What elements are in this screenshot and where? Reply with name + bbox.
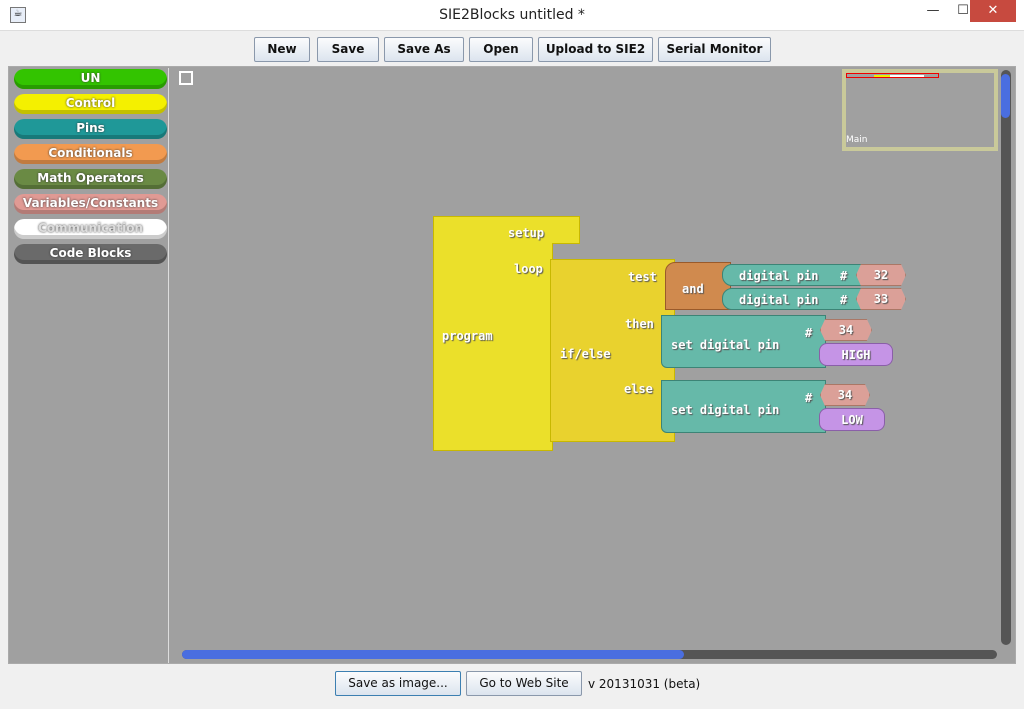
serial-monitor-button[interactable]: Serial Monitor <box>658 37 771 62</box>
vertical-scrollbar[interactable] <box>1001 70 1011 645</box>
digital-pin-label: digital pin <box>739 293 819 307</box>
category-math-operators[interactable]: Math Operators <box>14 169 167 189</box>
high-value[interactable]: HIGH <box>819 343 893 366</box>
else-label: else <box>624 382 653 396</box>
pin-value-32[interactable]: 32 <box>856 264 906 286</box>
pin-value-34-high[interactable]: 34 <box>820 319 872 341</box>
ifelse-label: if/else <box>560 347 611 361</box>
hash-label: # <box>840 293 848 307</box>
set-digital-pin-block-1[interactable]: set digital pin # <box>661 315 826 368</box>
test-label: test <box>628 270 657 284</box>
then-label: then <box>625 317 654 331</box>
horizontal-scroll-thumb[interactable] <box>182 650 684 659</box>
version-label: v 20131031 (beta) <box>588 677 701 691</box>
collapse-icon[interactable] <box>179 71 193 85</box>
open-button[interactable]: Open <box>469 37 533 62</box>
minimap-blocks <box>874 75 924 77</box>
category-variables-constants[interactable]: Variables/Constants <box>14 194 167 214</box>
save-button[interactable]: Save <box>317 37 379 62</box>
setup-socket <box>552 216 580 244</box>
category-communication[interactable]: Communication <box>14 219 167 239</box>
setup-label: setup <box>508 226 545 240</box>
pin-value-33[interactable]: 33 <box>856 288 906 310</box>
loop-label: loop <box>514 262 543 276</box>
digital-pin-block-1[interactable]: digital pin # <box>722 264 864 286</box>
low-value[interactable]: LOW <box>819 408 885 431</box>
category-pins[interactable]: Pins <box>14 119 167 139</box>
upload-button[interactable]: Upload to SIE2 <box>538 37 653 62</box>
program-block[interactable]: program setup loop <box>433 216 553 451</box>
program-label: program <box>442 329 493 343</box>
pin-value-34-low[interactable]: 34 <box>820 384 870 406</box>
category-un[interactable]: UN <box>14 69 167 89</box>
category-sidebar: UN Control Pins Conditionals Math Operat… <box>10 68 169 663</box>
and-block[interactable]: and <box>665 262 731 310</box>
and-label: and <box>682 282 704 296</box>
hash-label: # <box>805 326 813 340</box>
digital-pin-block-2[interactable]: digital pin # <box>722 288 864 310</box>
hash-label: # <box>805 391 813 405</box>
set-digital-pin-block-2[interactable]: set digital pin # <box>661 380 826 433</box>
ifelse-block[interactable]: if/else test then else <box>550 259 675 442</box>
minimap-label: Main <box>846 135 868 145</box>
digital-pin-label: digital pin <box>739 269 819 283</box>
set-digital-pin-label: set digital pin <box>671 338 780 352</box>
category-conditionals[interactable]: Conditionals <box>14 144 167 164</box>
vertical-scroll-thumb[interactable] <box>1001 74 1010 118</box>
minimap[interactable]: Main <box>842 69 998 151</box>
window-title: SIE2Blocks untitled * <box>439 7 585 23</box>
close-button[interactable]: ✕ <box>970 0 1016 22</box>
set-digital-pin-label: set digital pin <box>671 403 780 417</box>
title-bar: ☕ SIE2Blocks untitled * — ☐ ✕ <box>0 0 1024 31</box>
go-to-website-button[interactable]: Go to Web Site <box>466 671 582 696</box>
save-as-button[interactable]: Save As <box>384 37 464 62</box>
category-code-blocks[interactable]: Code Blocks <box>14 244 167 264</box>
new-button[interactable]: New <box>254 37 310 62</box>
category-control[interactable]: Control <box>14 94 167 114</box>
save-as-image-button[interactable]: Save as image... <box>335 671 461 696</box>
hash-label: # <box>840 269 848 283</box>
